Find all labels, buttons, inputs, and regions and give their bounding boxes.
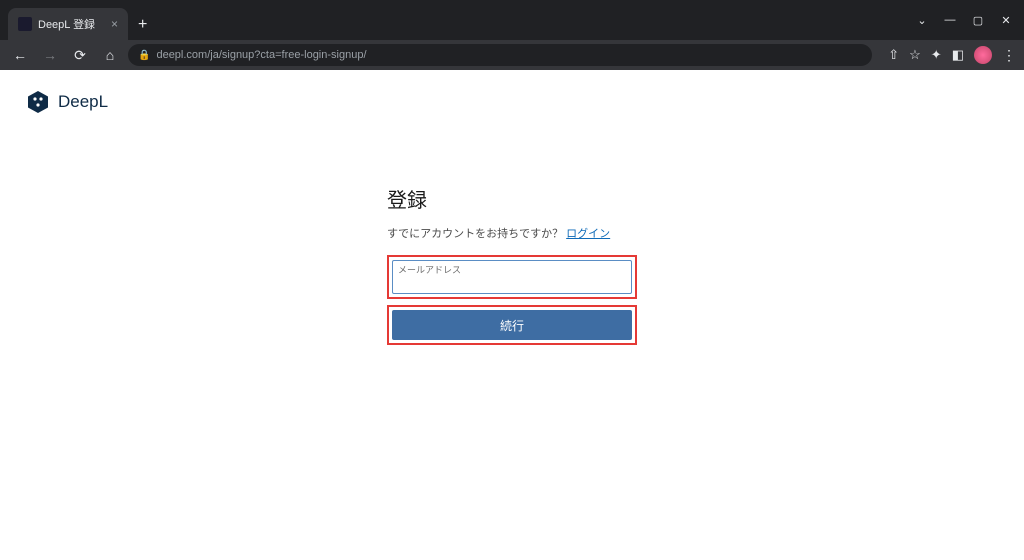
continue-button[interactable]: 続行 bbox=[392, 310, 632, 340]
maximize-button[interactable]: ▢ bbox=[964, 10, 992, 30]
reload-button[interactable]: ⟳ bbox=[68, 47, 92, 64]
signup-form: 登録 すでにアカウントをお持ちですか？ ログイン メールアドレス 続行 bbox=[387, 184, 637, 345]
chevron-down-icon[interactable]: ⌄ bbox=[908, 10, 936, 30]
email-field-wrap: メールアドレス bbox=[392, 260, 632, 294]
minimize-button[interactable]: — bbox=[936, 10, 964, 30]
avatar[interactable] bbox=[974, 46, 992, 64]
browser-tab-strip: DeepL 登録 × + ⌄ — ▢ ✕ bbox=[0, 0, 1024, 40]
email-label: メールアドレス bbox=[398, 263, 461, 276]
window-controls: ⌄ — ▢ ✕ bbox=[908, 0, 1024, 40]
apps-icon[interactable]: ◧ bbox=[952, 47, 964, 63]
home-button[interactable]: ⌂ bbox=[98, 47, 122, 63]
subtitle: すでにアカウントをお持ちですか？ ログイン bbox=[387, 225, 637, 241]
deepl-logo-icon bbox=[26, 90, 50, 114]
address-bar[interactable]: 🔒 deepl.com/ja/signup?cta=free-login-sig… bbox=[128, 44, 872, 66]
star-icon[interactable]: ☆ bbox=[909, 47, 921, 63]
brand[interactable]: DeepL bbox=[26, 90, 998, 114]
close-window-button[interactable]: ✕ bbox=[992, 10, 1020, 30]
share-icon[interactable]: ⇧ bbox=[888, 47, 899, 63]
brand-name: DeepL bbox=[58, 92, 108, 112]
email-highlight: メールアドレス bbox=[387, 255, 637, 299]
page-title: 登録 bbox=[387, 184, 637, 213]
toolbar-right: ⇧ ☆ ✦ ◧ ⋮ bbox=[888, 46, 1016, 64]
login-link[interactable]: ログイン bbox=[566, 228, 610, 240]
close-tab-icon[interactable]: × bbox=[111, 17, 118, 31]
new-tab-button[interactable]: + bbox=[138, 16, 147, 34]
back-button[interactable]: ← bbox=[8, 47, 32, 63]
forward-button[interactable]: → bbox=[38, 47, 62, 63]
url-text: deepl.com/ja/signup?cta=free-login-signu… bbox=[156, 49, 366, 61]
page-content: DeepL 登録 すでにアカウントをお持ちですか？ ログイン メールアドレス 続… bbox=[0, 70, 1024, 560]
menu-icon[interactable]: ⋮ bbox=[1002, 47, 1016, 64]
browser-toolbar: ← → ⟳ ⌂ 🔒 deepl.com/ja/signup?cta=free-l… bbox=[0, 40, 1024, 70]
favicon-icon bbox=[18, 17, 32, 31]
lock-icon: 🔒 bbox=[138, 50, 150, 61]
browser-tab[interactable]: DeepL 登録 × bbox=[8, 8, 128, 40]
subtitle-text: すでにアカウントをお持ちですか？ bbox=[387, 228, 566, 240]
tab-title: DeepL 登録 bbox=[38, 16, 105, 32]
submit-highlight: 続行 bbox=[387, 305, 637, 345]
extensions-icon[interactable]: ✦ bbox=[931, 47, 942, 63]
